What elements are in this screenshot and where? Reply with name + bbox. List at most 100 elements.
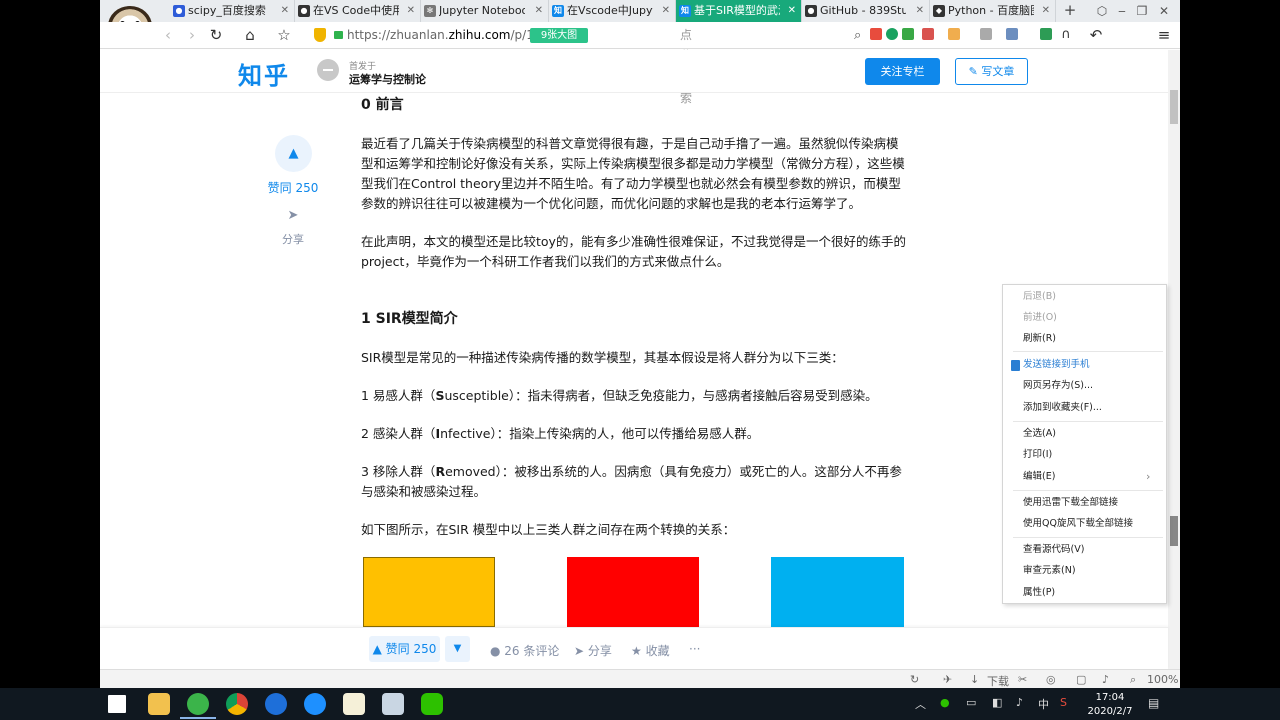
menu-item-view-source[interactable]: 查看源代码(V) xyxy=(1023,541,1084,559)
tab-github-839stud[interactable]: ● GitHub - 839Stud ✕ xyxy=(802,0,930,22)
file-explorer-icon[interactable] xyxy=(148,693,170,715)
reload-button[interactable]: ↻ xyxy=(206,25,226,45)
close-tab-icon[interactable]: ✕ xyxy=(1042,0,1050,22)
zoom-icon[interactable]: ⌕ xyxy=(1130,673,1136,687)
menu-item-print[interactable]: 打印(I) xyxy=(1023,446,1052,464)
extension-icon[interactable] xyxy=(886,28,898,40)
ime-indicator[interactable]: 中 xyxy=(1038,696,1049,712)
menu-item-refresh[interactable]: 刷新(R) xyxy=(1023,330,1056,348)
notification-icon[interactable]: ▤ xyxy=(1148,696,1159,710)
share-button[interactable]: ➤ 分享 xyxy=(574,642,612,659)
more-button[interactable]: ··· xyxy=(689,642,700,656)
menu-item-inspect[interactable]: 审查元素(N) xyxy=(1023,562,1076,580)
share-label[interactable]: 分享 xyxy=(270,231,316,247)
tab-vscode-github[interactable]: ● 在VS Code中使用 ✕ xyxy=(295,0,421,22)
tab-jupyter[interactable]: ✻Jupyter Notebook✕ xyxy=(421,0,549,22)
tab-scipy-search[interactable]: ● scipy_百度搜索 ✕ xyxy=(170,0,295,22)
minimize-button[interactable]: ‒ xyxy=(1112,0,1132,22)
scrollbar-marker[interactable] xyxy=(1170,516,1178,546)
extension-icon[interactable] xyxy=(1006,28,1018,40)
column-avatar[interactable] xyxy=(317,59,339,81)
shield-extension-icon[interactable] xyxy=(902,28,914,40)
big-image-badge[interactable]: 9张大图 xyxy=(530,28,588,43)
close-tab-icon[interactable]: ✕ xyxy=(662,0,670,22)
battery-icon[interactable] xyxy=(1040,28,1052,40)
extension-icon[interactable] xyxy=(870,28,882,40)
window-icon[interactable]: ▢ xyxy=(1076,673,1086,686)
tab-python-naotu[interactable]: ◆ Python - 百度脑图 ✕ xyxy=(930,0,1056,22)
extension-icon[interactable] xyxy=(922,28,934,40)
close-tab-icon[interactable]: ✕ xyxy=(535,0,543,22)
menu-item-save-page-as[interactable]: 网页另存为(S)... xyxy=(1023,377,1093,395)
start-button[interactable] xyxy=(108,695,126,713)
zhihu-logo[interactable]: 知乎 xyxy=(238,56,290,91)
vote-up-button[interactable]: ▲ 赞同 250 xyxy=(369,636,440,662)
document-app-icon[interactable] xyxy=(382,693,404,715)
close-tab-icon[interactable]: ✕ xyxy=(916,0,924,22)
vote-down-button[interactable]: ▼ xyxy=(445,636,470,662)
share-icon[interactable]: ➤ xyxy=(284,208,302,223)
download-label[interactable]: 下载 xyxy=(987,673,1009,688)
notepad-icon[interactable] xyxy=(343,693,365,715)
zoom-level[interactable]: 100% xyxy=(1147,673,1178,686)
menu-item-qq-download[interactable]: 使用QQ旋风下载全部链接 xyxy=(1023,515,1133,533)
new-tab-button[interactable]: + xyxy=(1062,0,1078,22)
home-button[interactable]: ⌂ xyxy=(240,25,260,45)
speaker-icon[interactable]: ♪ xyxy=(1102,673,1109,686)
like-count[interactable]: 赞同 250 xyxy=(260,179,326,196)
extension-icon[interactable] xyxy=(980,28,992,40)
sogou-ime-icon[interactable]: S xyxy=(1060,696,1067,709)
menu-icon[interactable]: ≡ xyxy=(1154,25,1174,45)
back-button[interactable]: ‹ xyxy=(158,25,178,45)
bookmark-star-icon[interactable]: ☆ xyxy=(274,25,294,45)
refresh-status-icon[interactable]: ↻ xyxy=(910,673,919,686)
headphones-icon[interactable]: ∩ xyxy=(1056,25,1076,45)
pin-icon[interactable]: ✈ xyxy=(943,673,952,686)
k-app-icon[interactable] xyxy=(265,693,287,715)
menu-item-select-all[interactable]: 全选(A) xyxy=(1023,425,1056,443)
tab-vscode-jupyter-zhihu[interactable]: 知在Vscode中Jupyter✕ xyxy=(549,0,676,22)
tray-expand-icon[interactable]: ︿ xyxy=(915,696,926,712)
scissors-icon[interactable]: ✂ xyxy=(1018,673,1027,686)
share-label: 分享 xyxy=(587,644,612,658)
scrollbar-thumb[interactable] xyxy=(1170,90,1178,124)
undo-icon[interactable]: ↶ xyxy=(1086,25,1106,45)
system-clock[interactable]: 17:04 2020/2/7 xyxy=(1082,691,1138,719)
address-bar[interactable]: https://zhuanlan.zhihu.com/p/10 9张大图 点此搜… xyxy=(314,25,861,105)
close-window-button[interactable]: ✕ xyxy=(1154,0,1174,22)
menu-item-back[interactable]: 后退(B) xyxy=(1023,288,1056,306)
download-icon[interactable]: ↓ xyxy=(970,673,979,686)
extension-icon[interactable] xyxy=(948,28,960,40)
network-icon[interactable]: ◧ xyxy=(992,696,1002,709)
maximize-button[interactable]: ❐ xyxy=(1132,0,1152,22)
write-article-button[interactable]: ✎ 写文章 xyxy=(955,58,1028,85)
favorite-button[interactable]: ★ 收藏 xyxy=(631,642,670,659)
close-tab-icon[interactable]: ✕ xyxy=(788,0,796,22)
forward-button[interactable]: › xyxy=(182,25,202,45)
menu-item-send-to-phone[interactable]: 发送链接到手机 xyxy=(1023,356,1090,374)
menu-item-xunlei-download[interactable]: 使用迅雷下载全部链接 xyxy=(1023,494,1118,512)
wechat-tray-icon[interactable]: ● xyxy=(940,696,950,709)
360-browser-icon[interactable] xyxy=(187,693,209,715)
battery-tray-icon[interactable]: ▭ xyxy=(966,696,976,709)
browser-app-icon[interactable] xyxy=(304,693,326,715)
close-tab-icon[interactable]: ✕ xyxy=(281,0,289,22)
volume-icon[interactable]: ♪ xyxy=(1016,696,1023,709)
skin-icon[interactable]: ⬡ xyxy=(1092,0,1112,22)
menu-item-edit[interactable]: 编辑(E) xyxy=(1023,468,1055,486)
wechat-icon[interactable] xyxy=(421,693,443,715)
chrome-icon[interactable] xyxy=(226,693,248,715)
globe-icon[interactable]: ◎ xyxy=(1046,673,1056,686)
comments-button[interactable]: ● 26 条评论 xyxy=(490,642,559,659)
tab-sir-model-active[interactable]: 知基于SIR模型的武汉 ✕ xyxy=(676,0,802,22)
column-name[interactable]: 运筹学与控制论 xyxy=(349,71,426,87)
upvote-arrow-icon[interactable]: ▲ xyxy=(275,135,312,172)
close-tab-icon[interactable]: ✕ xyxy=(407,0,415,22)
menu-item-forward[interactable]: 前进(O) xyxy=(1023,309,1057,327)
follow-column-button[interactable]: 关注专栏 xyxy=(865,58,940,85)
github-icon: ● xyxy=(805,5,817,17)
menu-item-add-favorite[interactable]: 添加到收藏夹(F)... xyxy=(1023,399,1102,417)
vertical-scrollbar[interactable] xyxy=(1168,50,1180,670)
menu-item-properties[interactable]: 属性(P) xyxy=(1023,584,1055,602)
search-icon[interactable]: ⌕ xyxy=(854,25,861,46)
